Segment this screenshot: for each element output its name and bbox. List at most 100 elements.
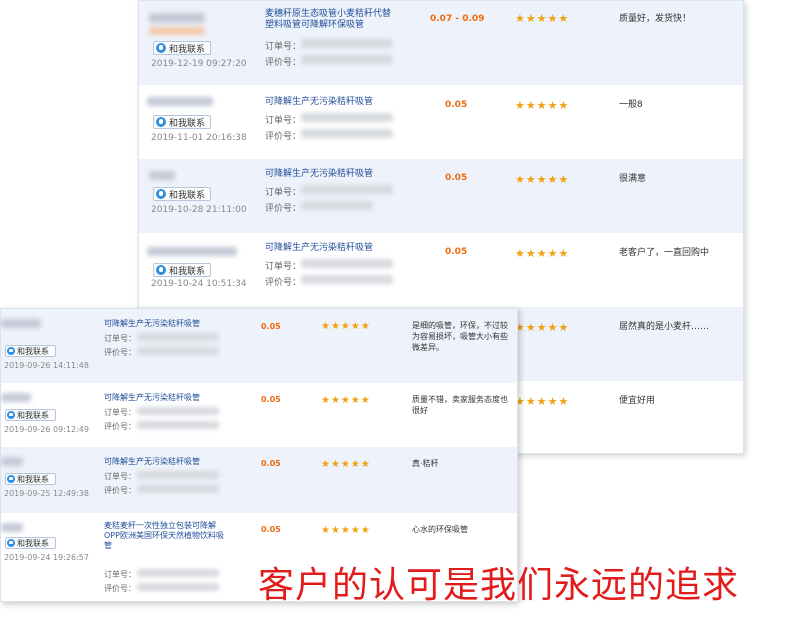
qq-icon (156, 189, 166, 199)
product-link[interactable]: 可降解生产无污染秸秆吸管 (265, 243, 395, 254)
contact-label: 和我联系 (17, 346, 49, 356)
buyer-avatar-blurred (149, 13, 205, 23)
review-number-label: 评价号： (104, 348, 136, 357)
product-link[interactable]: 可降解生产无污染秸秆吸管 (265, 97, 395, 108)
unit-price: 0.05 (445, 100, 468, 110)
review-comment: 是细的吸管，环保，不过较为容易损坏，吸管大小有些微差异。 (412, 321, 508, 352)
review-row: 和我联系 2019-09-26 14:11:48 可降解生产无污染秸秆吸管 订单… (1, 309, 517, 384)
review-comment: 居然真的是小麦杆…… (619, 322, 710, 332)
order-number-label: 订单号： (265, 42, 302, 52)
order-number-blurred (301, 185, 393, 194)
review-number-blurred (301, 201, 373, 210)
review-number-blurred (137, 485, 219, 493)
product-link[interactable]: 可降解生产无污染秸秆吸管 (104, 393, 224, 403)
review-number-blurred (301, 129, 393, 138)
review-comment: 真·秸秆 (412, 459, 439, 468)
star-rating: ★★★★★ (321, 321, 371, 332)
star-rating: ★★★★★ (515, 12, 570, 25)
review-row: 和我联系 2019-11-01 20:16:38 可降解生产无污染秸秆吸管 订单… (139, 85, 743, 160)
star-rating: ★★★★★ (321, 525, 371, 536)
review-date: 2019-09-26 09:12:49 (4, 425, 89, 434)
review-number-label: 评价号： (104, 584, 136, 593)
review-row: 和我联系 2019-10-28 21:11:00 可降解生产无污染秸秆吸管 订单… (139, 159, 743, 234)
review-date: 2019-12-19 09:27:20 (151, 59, 247, 69)
review-comment: 一般8 (619, 100, 643, 110)
order-number-label: 订单号： (104, 570, 136, 579)
qq-icon (156, 265, 166, 275)
star-rating: ★★★★★ (515, 173, 570, 186)
review-number-blurred (137, 583, 219, 591)
order-number-label: 订单号： (104, 334, 136, 343)
qq-icon (7, 475, 15, 483)
product-link[interactable]: 可降解生产无污染秸秆吸管 (104, 319, 224, 329)
order-number-blurred (137, 471, 219, 479)
order-number-blurred (301, 39, 393, 48)
star-rating: ★★★★★ (321, 459, 371, 470)
product-link[interactable]: 麦穗秆原生态吸管小麦秸秆代替塑料吸管可降解环保吸管 (265, 9, 395, 32)
unit-price: 0.05 (261, 459, 281, 468)
product-link[interactable]: 可降解生产无污染秸秆吸管 (265, 169, 395, 180)
review-number-label: 评价号： (104, 486, 136, 495)
review-comment: 心水的环保吸管 (412, 525, 468, 534)
qq-icon (7, 411, 15, 419)
slogan-caption: 客户的认可是我们永远的追求 (258, 565, 740, 606)
review-number-label: 评价号： (265, 132, 302, 142)
qq-icon (7, 539, 15, 547)
review-date: 2019-09-26 14:11:48 (4, 361, 89, 370)
buyer-name-blurred (1, 523, 23, 532)
review-date: 2019-10-28 21:11:00 (151, 205, 247, 215)
contact-button[interactable]: 和我联系 (5, 345, 56, 357)
review-number-label: 评价号： (265, 204, 302, 214)
order-number-label: 订单号： (265, 262, 302, 272)
contact-label: 和我联系 (169, 118, 206, 129)
buyer-name-blurred (147, 247, 237, 256)
order-number-blurred (137, 407, 219, 415)
review-date: 2019-10-24 10:51:34 (151, 279, 247, 289)
product-link[interactable]: 麦秸麦秆一次性独立包装可降解OPP欧洲美国环保天然植物饮料吸管 (104, 521, 230, 551)
buyer-name-blurred (149, 171, 175, 180)
star-rating: ★★★★★ (515, 247, 570, 260)
contact-button[interactable]: 和我联系 (153, 41, 211, 55)
review-row: 和我联系 2019-10-24 10:51:34 可降解生产无污染秸秆吸管 订单… (139, 233, 743, 308)
contact-button[interactable]: 和我联系 (5, 409, 56, 421)
star-rating: ★★★★★ (321, 395, 371, 406)
review-number-label: 评价号： (104, 422, 136, 431)
review-date: 2019-09-25 12:49:38 (4, 489, 89, 498)
review-number-blurred (301, 275, 393, 284)
review-row: 和我联系 2019-09-26 09:12:49 可降解生产无污染秸秆吸管 订单… (1, 383, 517, 448)
review-number-label: 评价号： (265, 278, 302, 288)
review-number-blurred (301, 55, 393, 64)
order-number-label: 订单号： (104, 472, 136, 481)
qq-icon (156, 117, 166, 127)
order-number-label: 订单号： (104, 408, 136, 417)
review-date: 2019-11-01 20:16:38 (151, 133, 247, 143)
review-number-blurred (137, 421, 219, 429)
buyer-name-blurred (1, 319, 41, 328)
review-row: 和我联系 2019-09-25 12:49:38 可降解生产无污染秸秆吸管 订单… (1, 447, 517, 514)
review-comment: 很满意 (619, 174, 647, 184)
review-comment: 质量不错，卖家服务态度也很好 (412, 395, 508, 415)
contact-label: 和我联系 (17, 474, 49, 484)
unit-price: 0.05 (261, 395, 281, 404)
contact-button[interactable]: 和我联系 (5, 473, 56, 485)
buyer-name-blurred (149, 27, 205, 35)
review-comment: 便宜好用 (619, 396, 656, 406)
unit-price: 0.05 (261, 322, 281, 331)
buyer-name-blurred (147, 97, 213, 106)
review-row: 和我联系 2019-12-19 09:27:20 麦穗秆原生态吸管小麦秸秆代替塑… (139, 1, 743, 86)
review-number-label: 评价号： (265, 58, 302, 68)
contact-button[interactable]: 和我联系 (153, 115, 211, 129)
contact-button[interactable]: 和我联系 (153, 263, 211, 277)
contact-label: 和我联系 (169, 266, 206, 277)
unit-price: 0.05 (445, 247, 468, 257)
star-rating: ★★★★★ (515, 395, 570, 408)
product-link[interactable]: 可降解生产无污染秸秆吸管 (104, 457, 224, 467)
contact-button[interactable]: 和我联系 (5, 537, 56, 549)
review-comment: 老客户了，一直回购中 (619, 248, 710, 258)
order-number-blurred (301, 259, 393, 268)
contact-label: 和我联系 (17, 538, 49, 548)
order-number-blurred (137, 569, 219, 577)
order-number-blurred (301, 113, 393, 122)
contact-button[interactable]: 和我联系 (153, 187, 211, 201)
review-comment: 质量好，发货快！ (619, 14, 692, 24)
